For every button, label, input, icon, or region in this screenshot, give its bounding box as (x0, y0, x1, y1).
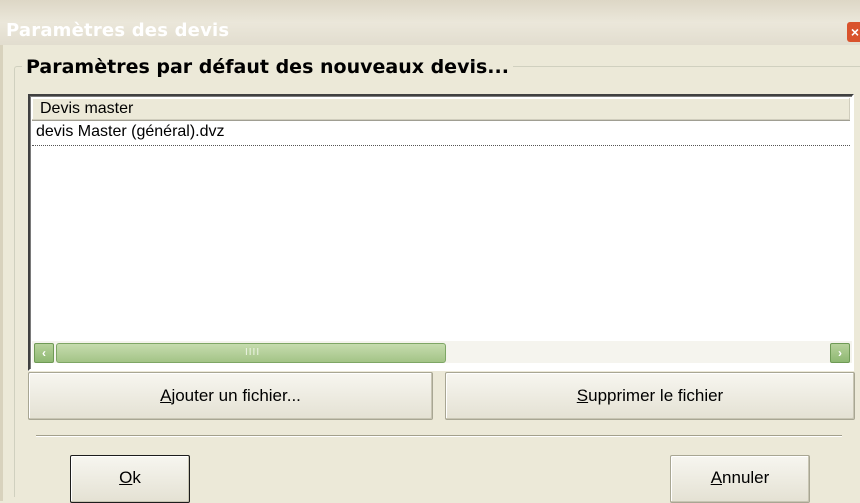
scrollbar-thumb[interactable]: IIII (56, 343, 446, 363)
delete-file-label: upprimer le fichier (588, 386, 724, 405)
ok-mnemonic: O (119, 468, 133, 487)
horizontal-scrollbar[interactable]: ‹ IIII › (32, 341, 852, 363)
window-title: Paramètres des devis (6, 20, 230, 41)
window-left-border (0, 45, 3, 501)
delete-file-mnemonic: S (576, 386, 589, 405)
ok-button[interactable]: Ok (70, 455, 190, 503)
close-icon[interactable]: × (847, 22, 860, 42)
add-file-label: jouter un fichier... (171, 386, 301, 405)
scrollbar-grip-icon: IIII (245, 347, 261, 358)
cancel-button[interactable]: Annuler (670, 455, 810, 503)
list-item-label: devis Master (général).dvz (36, 123, 225, 140)
cancel-mnemonic: A (710, 468, 723, 487)
ok-label: k (132, 468, 141, 487)
column-header-label: Devis master (40, 100, 134, 117)
column-header-devis-master[interactable]: Devis master (32, 98, 850, 121)
add-file-mnemonic: A (160, 386, 172, 405)
delete-file-button[interactable]: Supprimer le fichier (445, 372, 855, 420)
title-bar[interactable]: Paramètres des devis × (0, 0, 860, 45)
list-item[interactable]: devis Master (général).dvz (32, 120, 850, 146)
cancel-label: nnuler (722, 468, 770, 487)
separator (36, 435, 842, 437)
devis-master-list[interactable]: Devis master devis Master (général).dvz … (28, 94, 854, 371)
scroll-right-icon[interactable]: › (830, 343, 850, 363)
add-file-button[interactable]: Ajouter un fichier... (28, 372, 433, 420)
scroll-left-icon[interactable]: ‹ (34, 343, 54, 363)
group-legend: Paramètres par défaut des nouveaux devis… (22, 56, 513, 78)
